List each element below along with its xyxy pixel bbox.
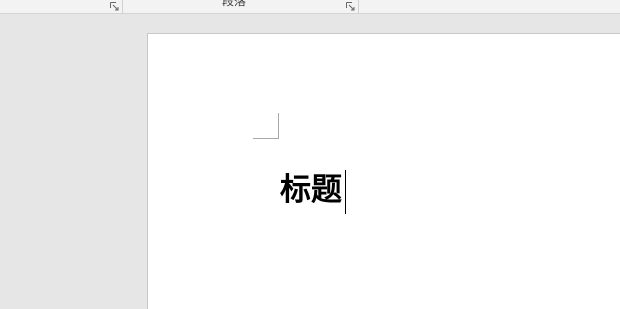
group-separator	[358, 0, 359, 13]
text-cursor	[345, 170, 346, 214]
paragraph-group-label: 段落	[222, 0, 247, 8]
font-dialog-launcher-icon[interactable]	[110, 2, 119, 11]
margin-corner-mark	[253, 113, 279, 139]
document-page[interactable]: 标题	[147, 33, 620, 309]
ribbon-group-bar: 段落	[0, 0, 620, 14]
paragraph-dialog-launcher-icon[interactable]	[346, 2, 355, 11]
document-heading[interactable]: 标题	[280, 170, 342, 210]
group-separator	[122, 0, 123, 13]
